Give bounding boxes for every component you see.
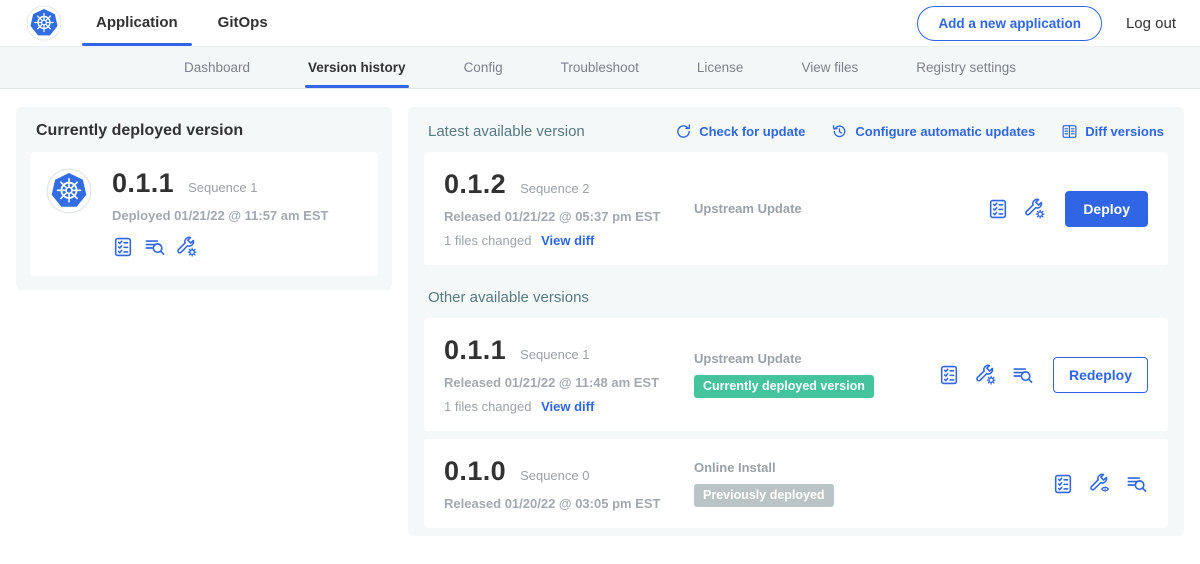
files-changed-label: 1 files changed <box>444 399 531 414</box>
version-number: 0.1.1 <box>444 335 506 366</box>
top-tab-gitops[interactable]: GitOps <box>204 0 282 46</box>
diff-icon <box>1061 123 1078 140</box>
deployed-sequence-label: Sequence 1 <box>188 180 257 195</box>
sequence-label: Sequence 2 <box>520 181 589 196</box>
main-content: Currently deployed version 0.1.1 Sequenc… <box>0 89 1200 554</box>
sequence-label: Sequence 1 <box>520 347 589 362</box>
check-for-update-link[interactable]: Check for update <box>675 123 805 140</box>
currently-deployed-panel: Currently deployed version 0.1.1 Sequenc… <box>16 107 392 290</box>
preflight-checks-icon[interactable] <box>938 364 960 386</box>
version-actions: Check for update Configure automatic upd… <box>675 123 1164 140</box>
check-for-update-label: Check for update <box>699 124 805 139</box>
redeploy-button[interactable]: Redeploy <box>1053 357 1148 393</box>
version-source: Upstream Update <box>694 201 987 216</box>
version-info: 0.1.1 Sequence 1 Released 01/21/22 @ 11:… <box>444 335 694 414</box>
top-nav-right: Add a new application Log out <box>917 6 1176 41</box>
version-info: 0.1.2 Sequence 2 Released 01/21/22 @ 05:… <box>444 169 694 248</box>
version-info: 0.1.0 Sequence 0 Released 01/20/22 @ 03:… <box>444 456 694 511</box>
version-source: Upstream Update Currently deployed versi… <box>694 351 938 398</box>
config-icon[interactable] <box>176 236 198 258</box>
release-notes-icon[interactable] <box>1012 364 1034 386</box>
tab-registry-settings[interactable]: Registry settings <box>887 47 1045 88</box>
app-kubernetes-icon <box>46 168 92 214</box>
deployed-timestamp: Deployed 01/21/22 @ 11:57 am EST <box>112 208 328 223</box>
deployed-version-info: 0.1.1 Sequence 1 Deployed 01/21/22 @ 11:… <box>112 168 328 258</box>
files-changed-label: 1 files changed <box>444 233 531 248</box>
config-view-icon[interactable] <box>1089 473 1111 495</box>
view-diff-link[interactable]: View diff <box>541 233 594 248</box>
preflight-checks-icon[interactable] <box>987 198 1009 220</box>
deploy-button[interactable]: Deploy <box>1065 191 1148 227</box>
logout-button[interactable]: Log out <box>1126 15 1176 32</box>
version-history-panel: Latest available version Check for updat… <box>408 107 1184 536</box>
view-diff-link[interactable]: View diff <box>541 399 594 414</box>
top-tab-application-label: Application <box>96 14 178 31</box>
source-label: Upstream Update <box>694 351 938 366</box>
tab-troubleshoot[interactable]: Troubleshoot <box>532 47 668 88</box>
preflight-checks-icon[interactable] <box>112 236 134 258</box>
add-application-button[interactable]: Add a new application <box>917 6 1102 41</box>
latest-version-title: Latest available version <box>428 123 585 140</box>
version-card-0-1-1: 0.1.1 Sequence 1 Released 01/21/22 @ 11:… <box>424 318 1168 431</box>
config-icon[interactable] <box>1024 198 1046 220</box>
previously-deployed-badge: Previously deployed <box>694 484 834 507</box>
version-actions: Deploy <box>987 191 1148 227</box>
version-card-0-1-2: 0.1.2 Sequence 2 Released 01/21/22 @ 05:… <box>424 152 1168 265</box>
sequence-label: Sequence 0 <box>520 468 589 483</box>
tab-dashboard[interactable]: Dashboard <box>155 47 279 88</box>
kubernetes-logo-icon[interactable] <box>26 5 62 41</box>
diff-versions-link[interactable]: Diff versions <box>1061 123 1164 140</box>
deployed-version-number: 0.1.1 <box>112 168 174 199</box>
currently-deployed-badge: Currently deployed version <box>694 375 874 398</box>
app-sub-nav: Dashboard Version history Config Trouble… <box>0 46 1200 89</box>
version-number: 0.1.0 <box>444 456 506 487</box>
deployed-version-card: 0.1.1 Sequence 1 Deployed 01/21/22 @ 11:… <box>30 152 378 276</box>
diff-versions-label: Diff versions <box>1085 124 1164 139</box>
released-timestamp: Released 01/21/22 @ 11:48 am EST <box>444 375 694 390</box>
version-actions <box>1052 473 1148 495</box>
top-nav: Application GitOps Add a new application… <box>0 0 1200 46</box>
currently-deployed-title: Currently deployed version <box>36 122 378 140</box>
tab-view-files[interactable]: View files <box>772 47 887 88</box>
latest-version-header: Latest available version Check for updat… <box>424 119 1168 152</box>
refresh-icon <box>675 123 692 140</box>
released-timestamp: Released 01/20/22 @ 03:05 pm EST <box>444 496 694 511</box>
version-source: Online Install Previously deployed <box>694 460 1052 507</box>
source-label: Upstream Update <box>694 201 987 216</box>
preflight-checks-icon[interactable] <box>1052 473 1074 495</box>
config-icon[interactable] <box>975 364 997 386</box>
release-notes-icon[interactable] <box>144 236 166 258</box>
source-label: Online Install <box>694 460 1052 475</box>
release-notes-icon[interactable] <box>1126 473 1148 495</box>
tab-config[interactable]: Config <box>435 47 532 88</box>
configure-automatic-updates-label: Configure automatic updates <box>855 124 1035 139</box>
schedule-update-icon <box>831 123 848 140</box>
other-versions-title: Other available versions <box>428 289 1164 306</box>
tab-license[interactable]: License <box>668 47 773 88</box>
top-tab-application[interactable]: Application <box>82 0 192 46</box>
version-card-0-1-0: 0.1.0 Sequence 0 Released 01/20/22 @ 03:… <box>424 439 1168 528</box>
released-timestamp: Released 01/21/22 @ 05:37 pm EST <box>444 209 694 224</box>
top-tab-gitops-label: GitOps <box>218 14 268 31</box>
configure-automatic-updates-link[interactable]: Configure automatic updates <box>831 123 1035 140</box>
version-actions: Redeploy <box>938 357 1148 393</box>
tab-version-history[interactable]: Version history <box>279 47 435 88</box>
version-number: 0.1.2 <box>444 169 506 200</box>
